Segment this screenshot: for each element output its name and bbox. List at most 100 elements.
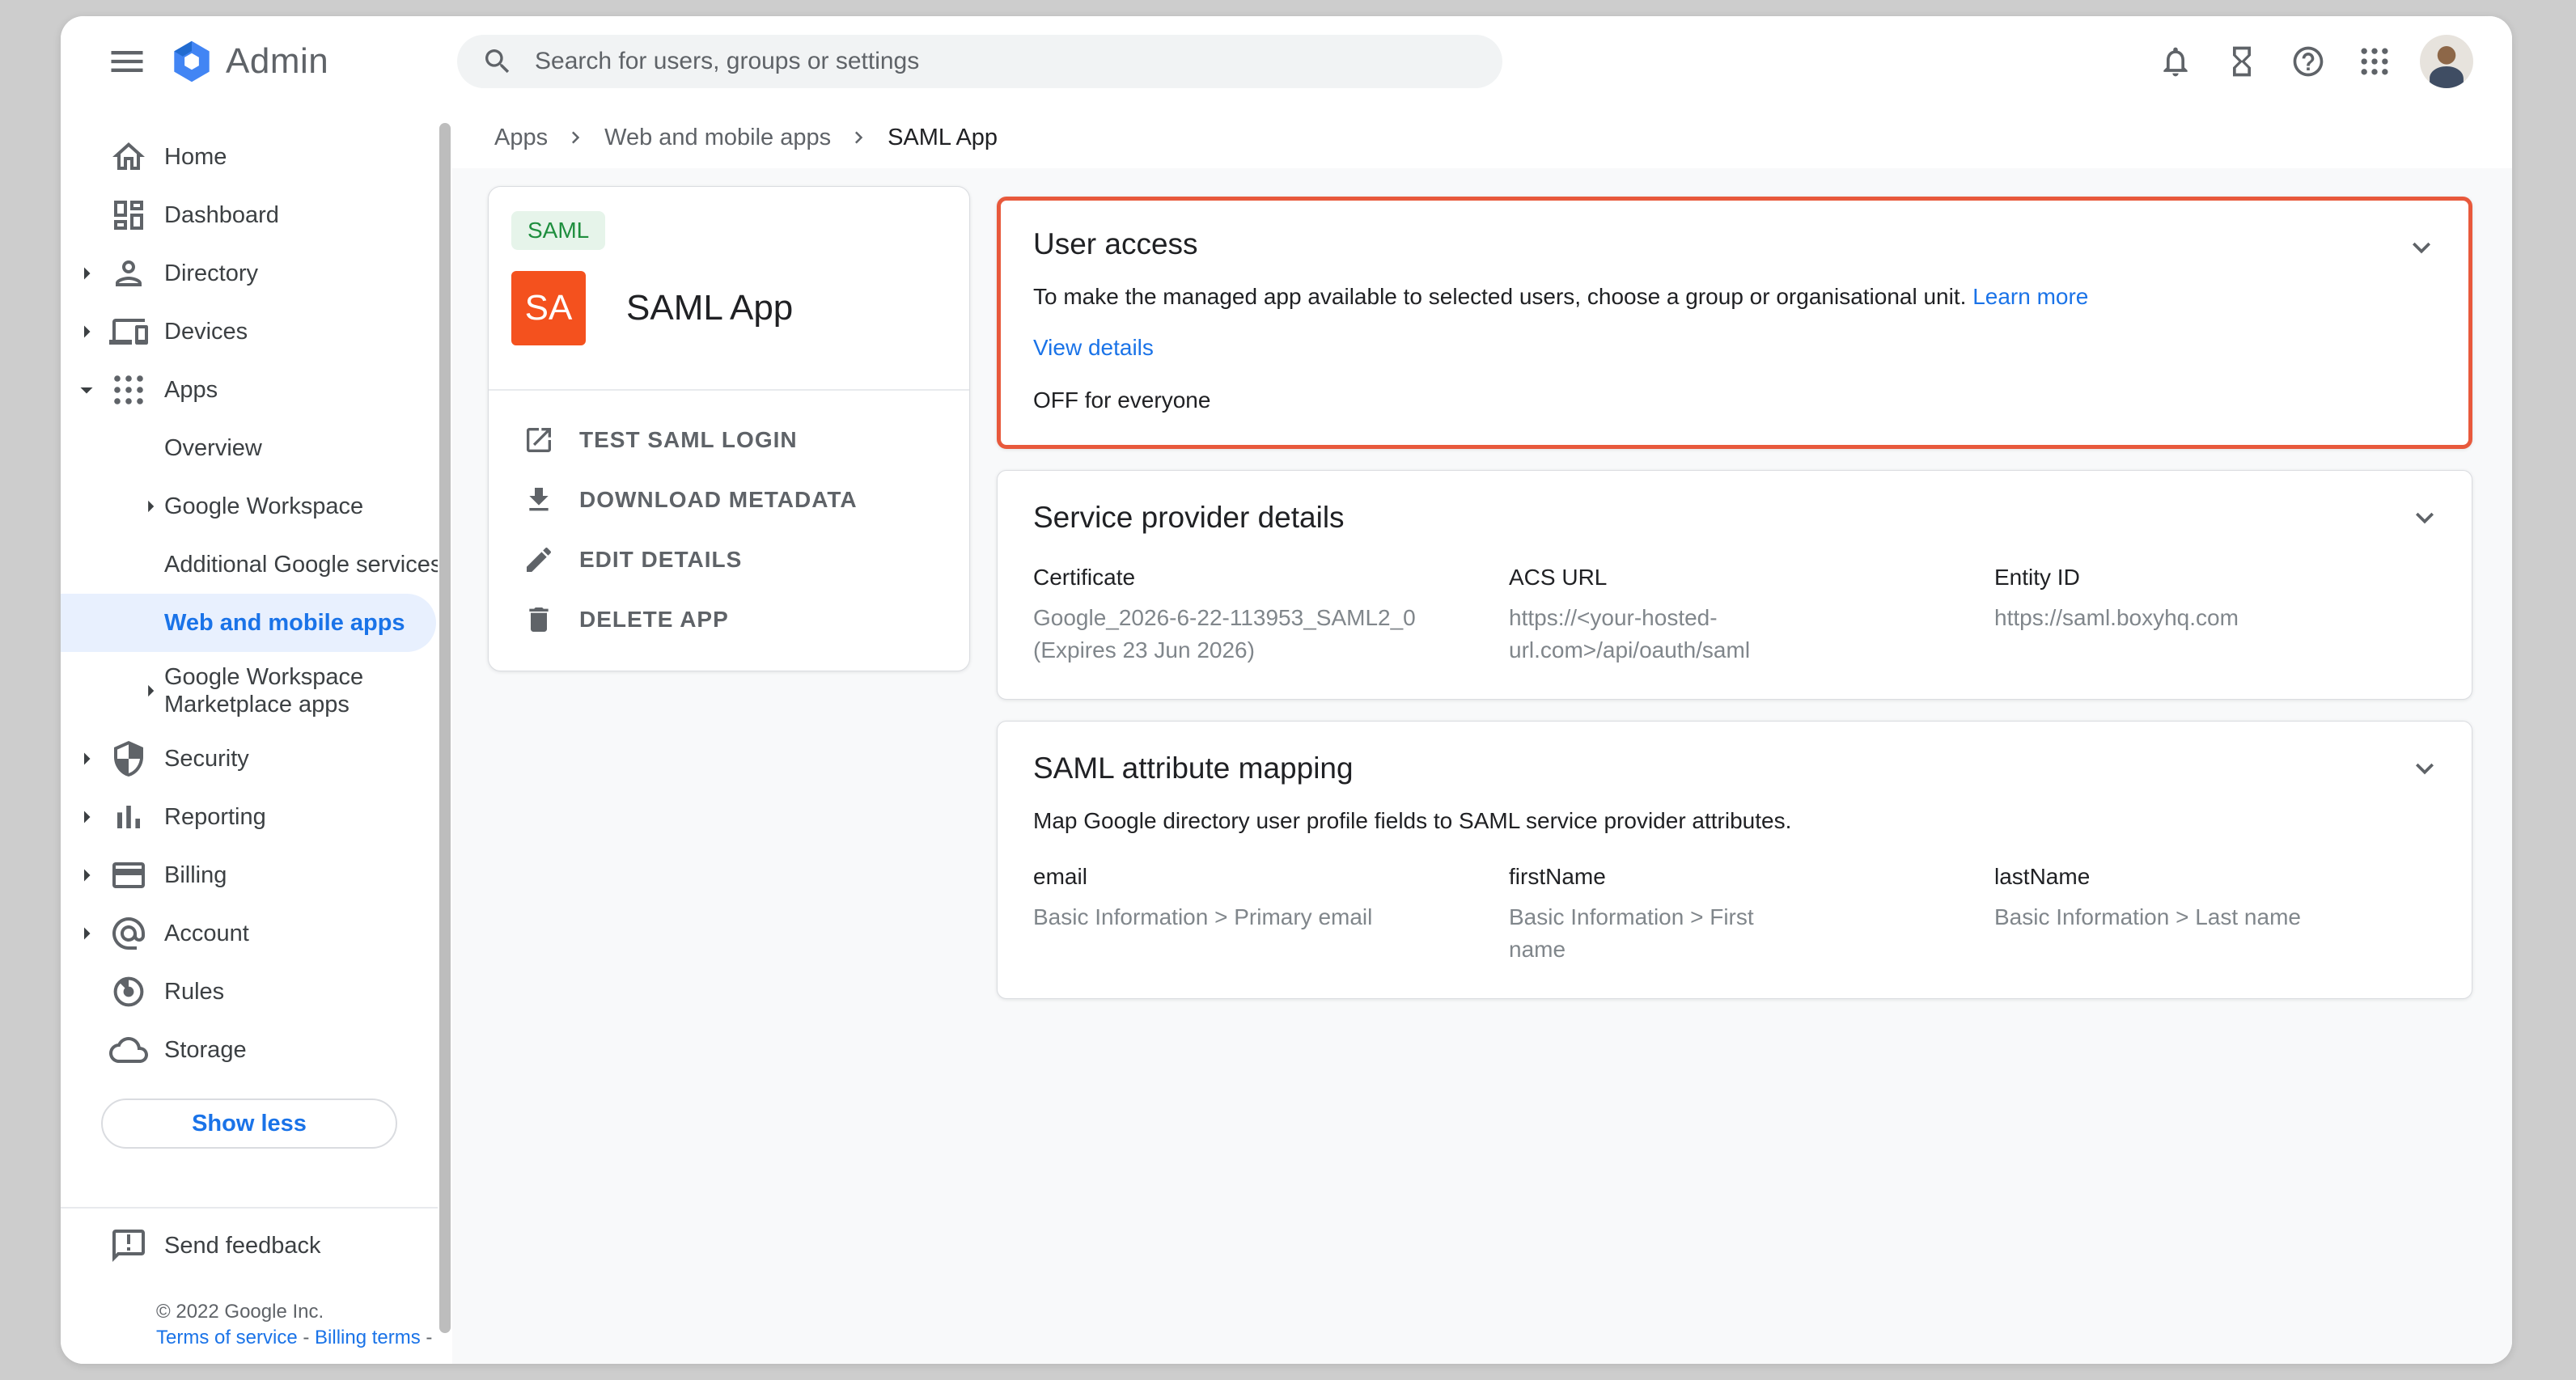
breadcrumb: Apps Web and mobile apps SAML App: [452, 107, 2512, 168]
feedback-icon: [109, 1226, 148, 1265]
view-details-link[interactable]: View details: [1033, 335, 1154, 361]
pending-tasks-icon[interactable]: [2221, 40, 2263, 83]
action-label: EDIT DETAILS: [579, 547, 742, 573]
field-value: https://saml.boxyhq.com: [1994, 602, 2436, 634]
sidebar-item-label: Rules: [164, 979, 224, 1005]
billing-card-icon: [109, 856, 148, 895]
expand-right-icon[interactable]: [72, 919, 101, 948]
show-less-button[interactable]: Show less: [101, 1098, 397, 1149]
chevron-down-icon[interactable]: [2407, 500, 2443, 535]
user-access-status: OFF for everyone: [1033, 385, 2436, 416]
expand-right-icon[interactable]: [72, 317, 101, 346]
sidebar-item-label: Directory: [164, 260, 258, 287]
edit-details-button[interactable]: EDIT DETAILS: [489, 530, 969, 590]
expand-right-icon[interactable]: [72, 744, 101, 773]
sidebar-item-web-and-mobile-apps[interactable]: Web and mobile apps: [61, 594, 436, 652]
mapping-description: Map Google directory user profile fields…: [1033, 806, 2436, 836]
expand-right-icon[interactable]: [72, 802, 101, 832]
field-label: firstName: [1509, 861, 1994, 893]
security-shield-icon: [109, 739, 148, 778]
menu-icon[interactable]: [103, 37, 151, 86]
footer-separator: -: [303, 1327, 309, 1348]
sidebar-item-reporting[interactable]: Reporting: [61, 788, 438, 846]
delete-app-button[interactable]: DELETE APP: [489, 590, 969, 650]
sidebar-item-google-workspace[interactable]: Google Workspace: [61, 477, 438, 535]
certificate-field: Certificate Google_2026-6-22-113953_SAML…: [1033, 561, 1509, 667]
apps-grid-icon: [109, 370, 148, 409]
card-title: Service provider details: [1033, 498, 2436, 537]
collapse-down-icon[interactable]: [72, 375, 101, 404]
chevron-down-icon[interactable]: [2404, 230, 2439, 265]
app-avatar: SA: [511, 271, 586, 345]
breadcrumb-current-page: SAML App: [888, 125, 998, 151]
notifications-icon[interactable]: [2154, 40, 2197, 83]
sidebar-nav: Home Dashboard Directory Devices Apps Ov…: [61, 107, 438, 1364]
sidebar-item-label: Additional Google services: [164, 552, 438, 578]
service-provider-details-card[interactable]: Service provider details Certificate Goo…: [997, 470, 2472, 700]
account-avatar[interactable]: [2420, 35, 2473, 88]
sidebar-scrollbar[interactable]: [439, 123, 451, 1333]
sidebar-item-label: Devices: [164, 319, 248, 345]
sidebar-item-label: Home: [164, 144, 227, 171]
sidebar-item-label: Dashboard: [164, 202, 279, 229]
sidebar-item-overview[interactable]: Overview: [61, 419, 438, 477]
sidebar-item-account[interactable]: Account: [61, 904, 438, 963]
sidebar-item-label: Storage: [164, 1037, 247, 1064]
expand-right-icon[interactable]: [72, 259, 101, 288]
field-value: Basic Information > Primary email: [1033, 901, 1421, 933]
sidebar-item-label: Web and mobile apps: [164, 610, 405, 637]
home-icon: [109, 138, 148, 176]
terms-of-service-link[interactable]: Terms of service: [156, 1327, 298, 1348]
sidebar-item-storage[interactable]: Storage: [61, 1021, 438, 1079]
entity-id-field: Entity ID https://saml.boxyhq.com: [1994, 561, 2436, 667]
sidebar-item-security[interactable]: Security: [61, 730, 438, 788]
sidebar-item-apps[interactable]: Apps: [61, 361, 438, 419]
delete-trash-icon: [523, 603, 555, 636]
sidebar-item-additional-google-services[interactable]: Additional Google services: [61, 535, 438, 594]
storage-cloud-icon: [109, 1031, 148, 1069]
download-metadata-button[interactable]: DOWNLOAD METADATA: [489, 470, 969, 530]
sidebar-item-directory[interactable]: Directory: [61, 244, 438, 303]
billing-terms-link[interactable]: Billing terms: [315, 1327, 421, 1348]
header-actions: [2154, 16, 2473, 107]
product-name: Admin: [226, 41, 328, 82]
app-summary-card: SAML SA SAML App TEST SAML LOGIN DOWNLOA…: [488, 186, 970, 671]
google-apps-grid-icon[interactable]: [2354, 40, 2396, 83]
sidebar-item-label: Google Workspace Marketplace apps: [164, 663, 407, 718]
breadcrumb-apps[interactable]: Apps: [494, 125, 548, 151]
breadcrumb-web-and-mobile-apps[interactable]: Web and mobile apps: [604, 125, 831, 151]
sidebar-item-google-workspace-marketplace-apps[interactable]: Google Workspace Marketplace apps: [61, 652, 438, 730]
test-saml-login-button[interactable]: TEST SAML LOGIN: [489, 410, 969, 470]
field-label: Certificate: [1033, 561, 1509, 594]
page-body: SAML SA SAML App TEST SAML LOGIN DOWNLOA…: [452, 168, 2512, 1364]
saml-attribute-mapping-card[interactable]: SAML attribute mapping Map Google direct…: [997, 721, 2472, 999]
sidebar-item-rules[interactable]: Rules: [61, 963, 438, 1021]
field-label: lastName: [1994, 861, 2436, 893]
chevron-down-icon[interactable]: [2407, 751, 2443, 786]
sidebar-item-label: Google Workspace: [164, 493, 363, 520]
learn-more-link[interactable]: Learn more: [1972, 284, 2088, 309]
top-app-bar: Admin: [61, 16, 2512, 107]
send-feedback-label: Send feedback: [164, 1233, 320, 1259]
user-access-card[interactable]: User access To make the managed app avai…: [997, 197, 2472, 449]
search-icon: [481, 45, 514, 78]
sidebar-item-devices[interactable]: Devices: [61, 303, 438, 361]
sidebar-divider: [61, 1207, 438, 1209]
rules-icon: [109, 972, 148, 1011]
send-feedback-button[interactable]: Send feedback: [61, 1217, 438, 1275]
expand-right-icon[interactable]: [72, 861, 101, 890]
search-bar[interactable]: [457, 35, 1502, 88]
sidebar-item-label: Apps: [164, 377, 218, 404]
sidebar-item-label: Security: [164, 746, 249, 773]
open-in-new-icon: [523, 424, 555, 456]
sidebar-item-label: Overview: [164, 435, 262, 462]
admin-logo[interactable]: Admin: [169, 37, 328, 86]
sidebar-item-home[interactable]: Home: [61, 128, 438, 186]
firstname-mapping-field: firstName Basic Information > First name: [1509, 861, 1994, 966]
help-icon[interactable]: [2287, 40, 2329, 83]
sidebar-item-billing[interactable]: Billing: [61, 846, 438, 904]
expand-right-icon[interactable]: [137, 492, 164, 521]
sidebar-item-dashboard[interactable]: Dashboard: [61, 186, 438, 244]
expand-right-icon[interactable]: [137, 676, 164, 705]
search-input[interactable]: [535, 48, 1478, 75]
